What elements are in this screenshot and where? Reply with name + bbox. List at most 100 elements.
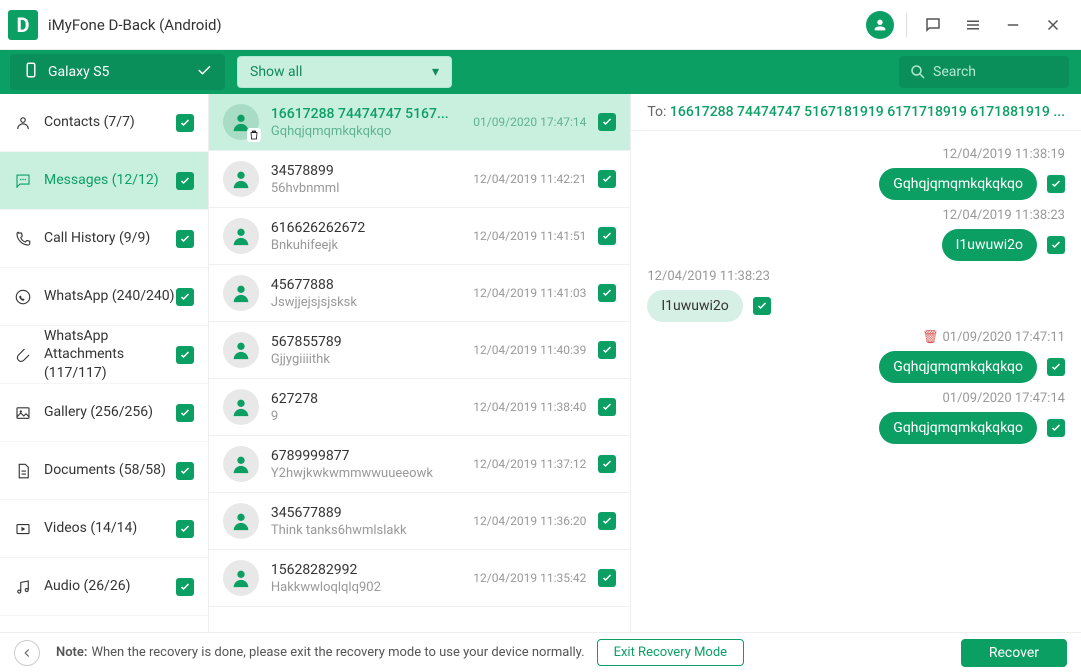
message-row: I1uwuwi2o [647, 229, 1065, 261]
checkbox[interactable] [176, 404, 194, 422]
conversation-item[interactable]: 3457889956hvbnmml12/04/2019 11:42:21 [209, 151, 631, 208]
conversation-title: 45677888 [271, 277, 465, 293]
checkbox[interactable] [176, 288, 194, 306]
checkbox[interactable] [598, 284, 616, 302]
menu-button[interactable] [953, 5, 993, 45]
sidebar-item-documents[interactable]: Documents (58/58) [0, 442, 208, 500]
conversation-item[interactable]: 45677888Jswjjejsjsjsksk12/04/2019 11:41:… [209, 265, 631, 322]
sidebar-item-videos[interactable]: Videos (14/14) [0, 500, 208, 558]
message-bubble[interactable]: Gqhqjqmqmkqkqkqo [879, 412, 1037, 444]
close-button[interactable] [1033, 5, 1073, 45]
checkbox[interactable] [176, 346, 194, 364]
message-timestamp: 12/04/2019 11:38:23 [647, 208, 1065, 223]
gallery-icon [14, 404, 34, 422]
message-bubble[interactable]: I1uwuwi2o [647, 290, 742, 322]
checkbox[interactable] [176, 114, 194, 132]
checkbox[interactable] [1047, 175, 1065, 193]
conversation-item[interactable]: 345677889Think tanks6hwmlslakk12/04/2019… [209, 493, 631, 550]
conversation-item[interactable]: 6789999877Y2hwjkwkwmmwwuueeowk12/04/2019… [209, 436, 631, 493]
conversation-body: 15628282992Hakkwwloqlqlq902 [271, 562, 465, 595]
device-selector[interactable]: Galaxy S5 [10, 54, 225, 90]
conversation-body: 6272789 [271, 391, 465, 424]
checkbox[interactable] [598, 398, 616, 416]
attachment-icon [14, 346, 34, 364]
account-button[interactable] [860, 5, 900, 45]
conversation-list: 16617288 74474747 5167...Gqhqjqmqmkqkqkq… [209, 94, 632, 632]
checkbox[interactable] [598, 170, 616, 188]
checkbox[interactable] [598, 113, 616, 131]
to-value: 16617288 74474747 5167181919 6171718919 … [670, 104, 1065, 120]
recover-button[interactable]: Recover [961, 639, 1067, 667]
message-timestamp: 12/04/2019 11:38:19 [647, 147, 1065, 162]
search-placeholder: Search [933, 64, 976, 80]
detail-body: 12/04/2019 11:38:19 Gqhqjqmqmkqkqkqo 12/04… [631, 131, 1081, 632]
message-bubble[interactable]: Gqhqjqmqmkqkqkqo [879, 168, 1037, 200]
whatsapp-icon [14, 288, 34, 306]
note-label: Note: [56, 645, 87, 660]
trash-icon: 🗑 [922, 330, 939, 345]
conversation-preview: Y2hwjkwkwmmwwuueeowk [271, 466, 465, 481]
conversation-preview: Bnkuhifeejk [271, 238, 465, 253]
message-bubble[interactable]: I1uwuwi2o [942, 229, 1037, 261]
checkbox[interactable] [598, 341, 616, 359]
avatar [223, 560, 259, 596]
chat-icon [924, 16, 942, 34]
back-button[interactable] [14, 640, 40, 666]
checkbox[interactable] [176, 578, 194, 596]
avatar [223, 104, 259, 140]
conversation-item[interactable]: 15628282992Hakkwwloqlqlq902 12/04/2019 11… [209, 550, 631, 607]
conversation-body: 45677888 Jswjjejsjsjsksk [271, 277, 465, 310]
conversation-body: 16617288 74474747 5167...Gqhqjqmqmkqkqkq… [271, 106, 465, 139]
documents-icon [14, 462, 34, 480]
avatar [223, 503, 259, 539]
conversation-preview: Jswjjejsjsjsksk [271, 295, 465, 310]
message-detail: To: 16617288 74474747 5167181919 6171718… [631, 94, 1081, 632]
avatar [223, 446, 259, 482]
app-title: iMyFone D-Back (Android) [48, 16, 222, 34]
checkbox[interactable] [598, 512, 616, 530]
checkbox[interactable] [1047, 358, 1065, 376]
messages-icon [14, 172, 34, 190]
conversation-time: 12/04/2019 11:35:42 [473, 571, 586, 585]
feedback-button[interactable] [913, 5, 953, 45]
checkbox[interactable] [753, 297, 771, 315]
checkbox[interactable] [1047, 419, 1065, 437]
checkbox[interactable] [598, 455, 616, 473]
checkbox[interactable] [176, 520, 194, 538]
main: Contacts (7/7) Messages (12/12)Call Histo… [0, 94, 1081, 632]
chevron-down-icon: ▾ [432, 64, 439, 80]
to-label: To: [647, 104, 666, 120]
audio-icon [14, 578, 34, 596]
conversation-title: 15628282992 [271, 562, 465, 578]
exit-recovery-button[interactable]: Exit Recovery Mode [597, 639, 745, 666]
filter-dropdown[interactable]: Show all ▾ [237, 56, 452, 88]
filter-label: Show all [250, 64, 302, 80]
checkbox[interactable] [176, 230, 194, 248]
divider [906, 13, 907, 37]
sidebar-item-contacts[interactable]: Contacts (7/7) [0, 94, 208, 152]
sidebar-item-call[interactable]: Call History (9/9) [0, 210, 208, 268]
sidebar-item-gallery[interactable]: Gallery (256/256) [0, 384, 208, 442]
checkbox[interactable] [176, 172, 194, 190]
conversation-body: 6789999877Y2hwjkwkwmmwwuueeowk [271, 448, 465, 481]
sidebar-item-audio[interactable]: Audio (26/26) [0, 558, 208, 616]
checkbox[interactable] [1047, 236, 1065, 254]
minimize-button[interactable] [993, 5, 1033, 45]
checkbox[interactable] [598, 227, 616, 245]
conversation-item[interactable]: 616626262672Bnkuhifeejk12/04/2019 11:41:… [209, 208, 631, 265]
conversation-preview: Gqhqjqmqmkqkqkqo [271, 124, 465, 139]
sidebar-item-label: Contacts (7/7) [44, 113, 176, 131]
sidebar-item-attachment[interactable]: WhatsApp Attachments (117/117) [0, 326, 208, 384]
checkbox[interactable] [176, 462, 194, 480]
conversation-item[interactable]: 567855789Gjjygiiiithk12/04/2019 11:40:39 [209, 322, 631, 379]
sidebar-item-messages[interactable]: Messages (12/12) [0, 152, 208, 210]
avatar [223, 161, 259, 197]
detail-header: To: 16617288 74474747 5167181919 6171718… [631, 94, 1081, 131]
message-bubble[interactable]: Gqhqjqmqmkqkqkqo [879, 351, 1037, 383]
videos-icon [14, 520, 34, 538]
checkbox[interactable] [598, 569, 616, 587]
search-input[interactable]: Search [899, 56, 1069, 88]
conversation-item[interactable]: 627278912/04/2019 11:38:40 [209, 379, 631, 436]
conversation-item[interactable]: 16617288 74474747 5167...Gqhqjqmqmkqkqkq… [209, 94, 631, 151]
sidebar-item-whatsapp[interactable]: WhatsApp (240/240) [0, 268, 208, 326]
